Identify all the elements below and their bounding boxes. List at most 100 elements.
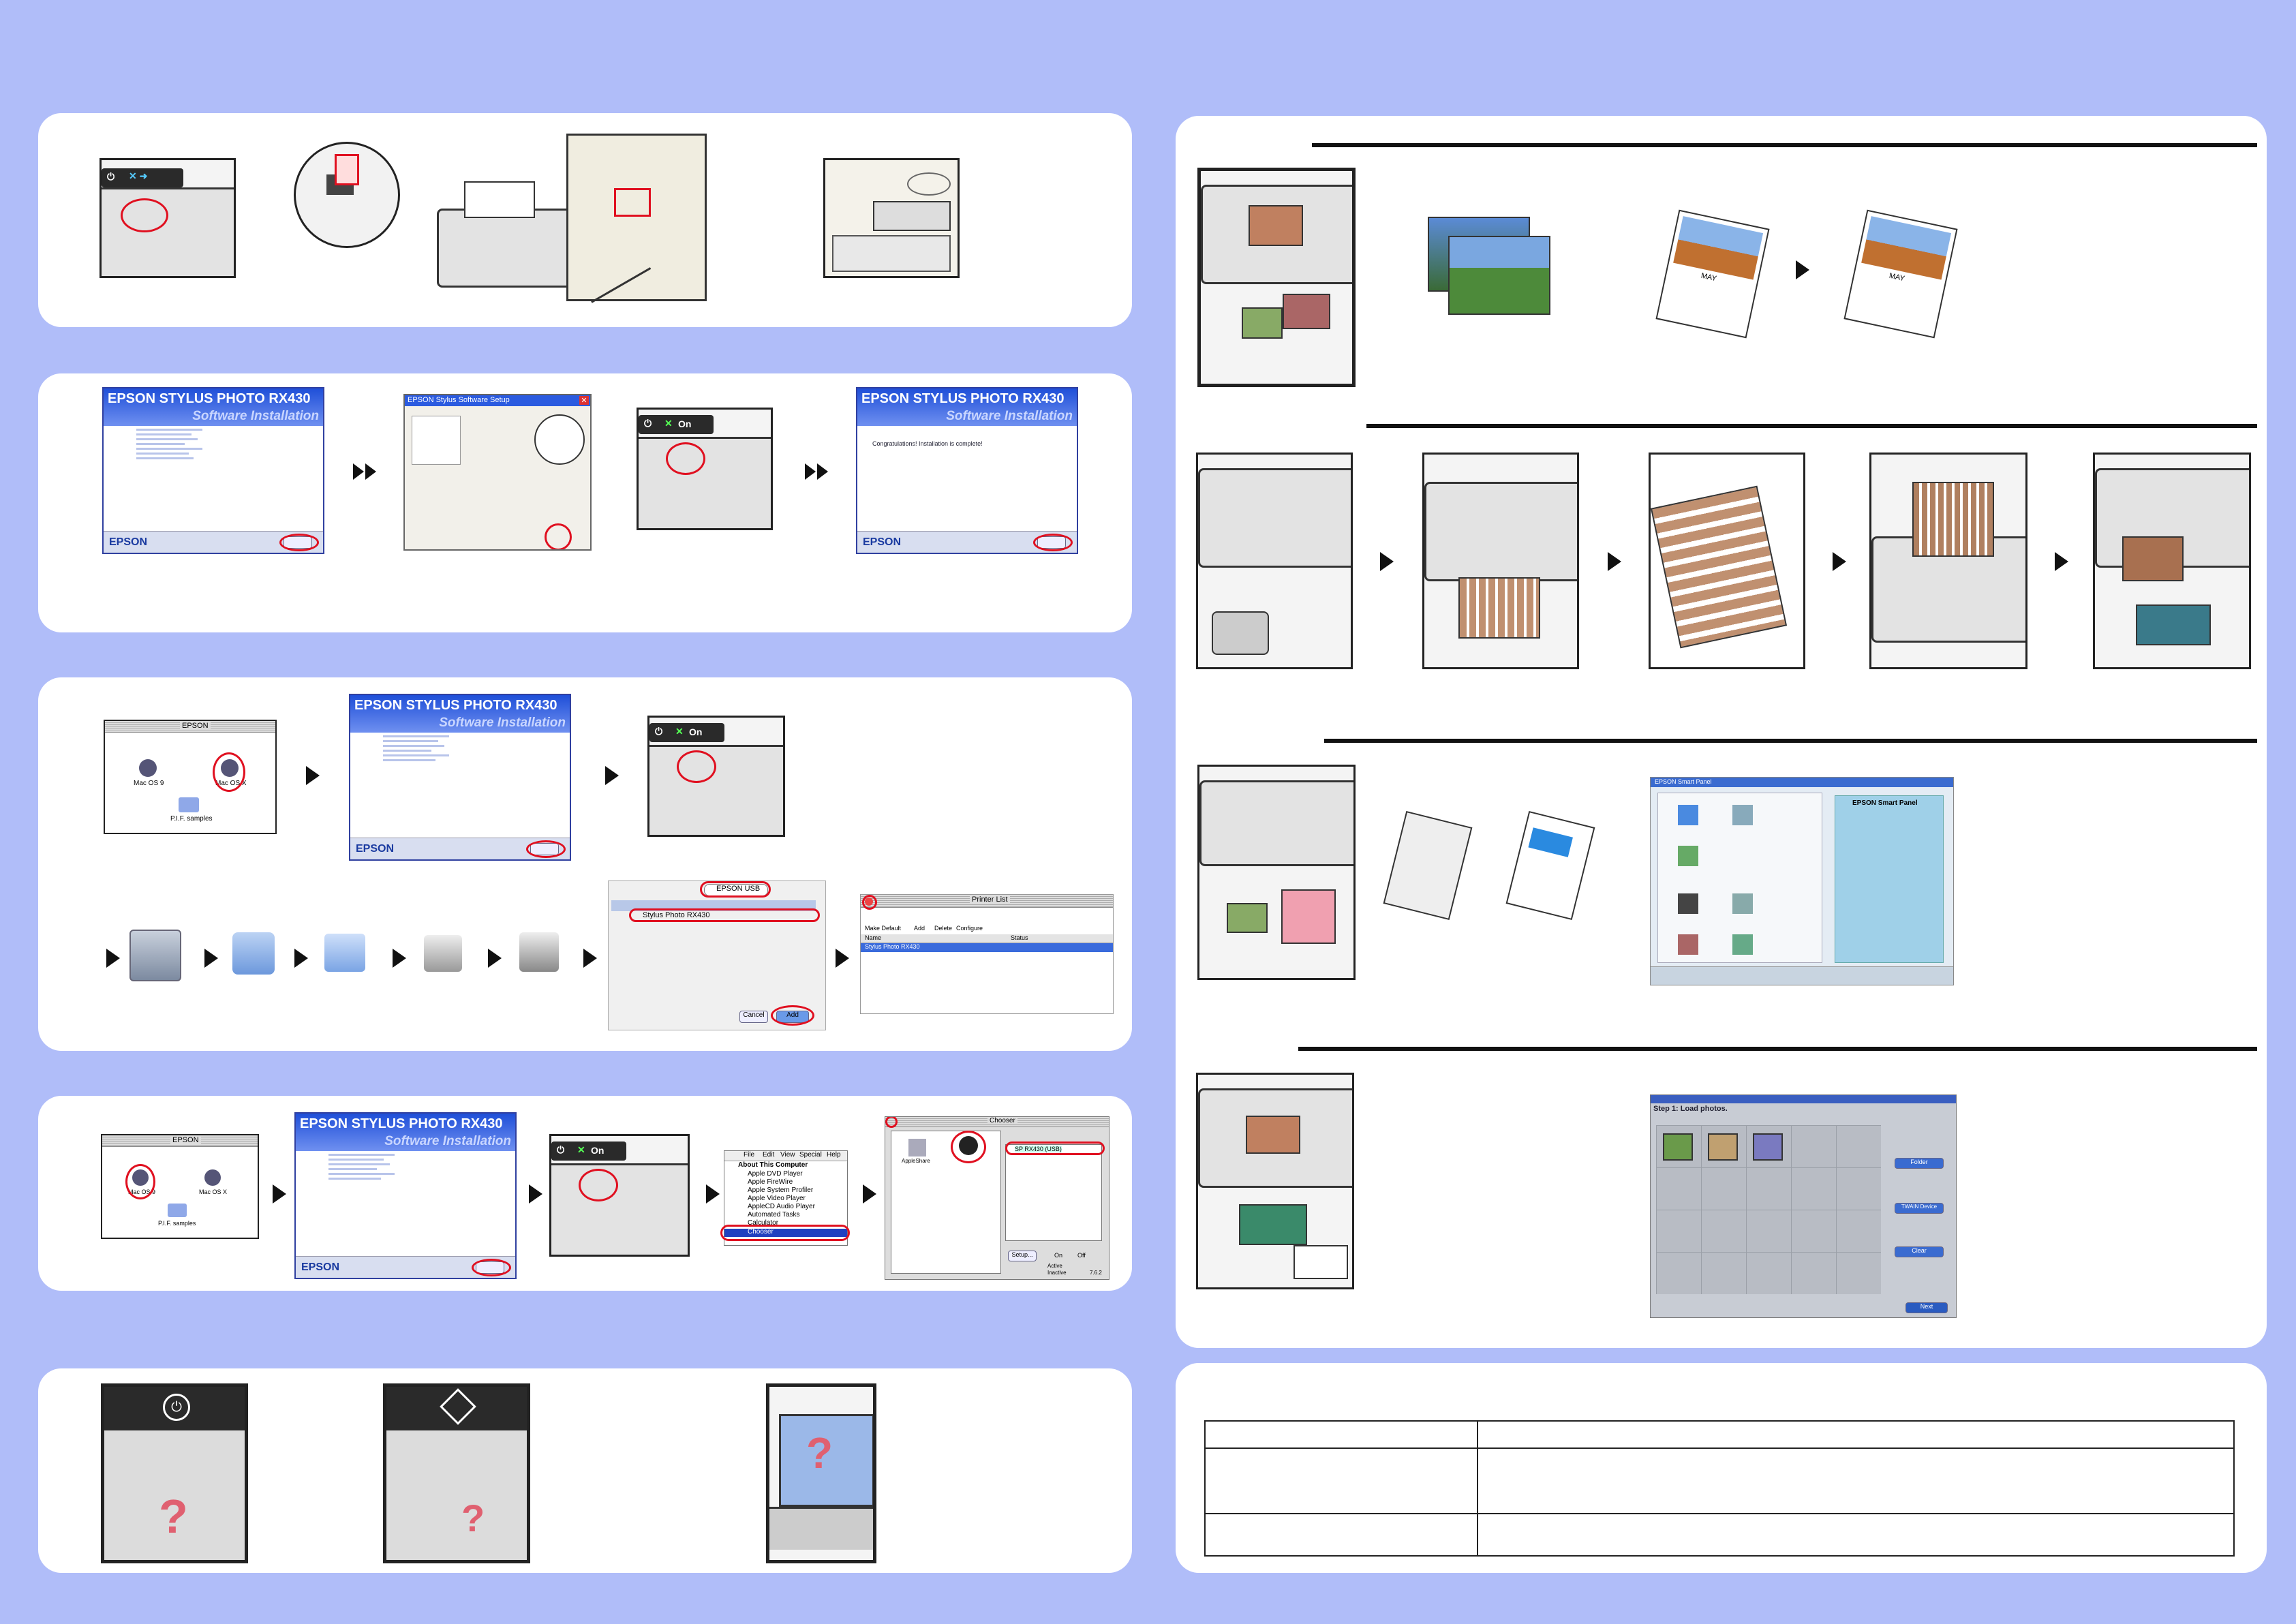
question-icon: ? [461, 1497, 485, 1539]
arrow-icon [204, 949, 218, 968]
setup-dialog: EPSON Stylus Software Setup ✕ [403, 394, 592, 551]
folder-icon[interactable] [168, 1204, 187, 1217]
mac-finder-window: EPSON Mac OS 9 Mac OS X P.I.F. samples [101, 1134, 259, 1239]
folder-icon[interactable] [179, 797, 199, 812]
printer-list-title: Printer List [970, 895, 1010, 904]
installer-model: PHOTO RX430 [217, 391, 311, 406]
installer-window: EPSON STYLUS PHOTO RX430 Software Instal… [294, 1112, 517, 1279]
smart-panel-title: EPSON Smart Panel [1655, 778, 1712, 785]
apple-menu: File Edit View Special Help About This C… [720, 1150, 850, 1246]
printer-on-illustration: ⏻ ✕ On [549, 1134, 690, 1257]
arrow-icon [2055, 552, 2068, 571]
appleshare-icon[interactable] [908, 1139, 926, 1156]
add-printer-button[interactable]: Add [914, 925, 925, 932]
setup-button[interactable]: Setup... [1008, 1251, 1037, 1261]
copy-icon[interactable] [1732, 805, 1753, 825]
arrow-icon [488, 949, 502, 968]
photo-print-illustration [1196, 1073, 1354, 1289]
dog-photo [1383, 810, 1473, 921]
installer-window: EPSON STYLUS PHOTO RX430 Software Instal… [349, 694, 571, 861]
info-table [1204, 1420, 2235, 1557]
folder-button[interactable]: Folder [1895, 1158, 1944, 1169]
installer-brand: EPSON STYLUS [108, 391, 213, 406]
menu-item[interactable]: Apple System Profiler [748, 1186, 813, 1194]
hard-disk-icon[interactable] [129, 930, 181, 981]
configure-button[interactable]: Configure [956, 925, 983, 932]
cancel-button[interactable]: Cancel [739, 1011, 768, 1023]
arrow-icon [273, 1184, 286, 1204]
question-icon: ? [159, 1490, 188, 1543]
next-button[interactable]: Next [1905, 1302, 1948, 1313]
calendar-result: MAY [1843, 209, 1958, 339]
menu-item[interactable]: Apple Video Player [748, 1195, 806, 1202]
mail-icon[interactable] [1678, 934, 1698, 955]
mac-osx-icon[interactable] [204, 1169, 221, 1186]
add-printer-icon[interactable] [519, 932, 559, 972]
cd-insert-illustration [823, 158, 960, 278]
document-page [1505, 810, 1595, 921]
memory-card-illustration [1196, 453, 1353, 669]
mac-finder-window: EPSON Mac OS 9 Mac OS X P.I.F. samples [104, 720, 277, 834]
arrow-icon [805, 463, 828, 480]
utilities-folder-icon[interactable] [324, 934, 365, 972]
features-panel: MAY MAY EPSON Smart Panel EPSON Smart Pa… [1176, 116, 2267, 1348]
thumbnail[interactable] [1663, 1133, 1693, 1161]
proof-sheet-mark-illustration [1649, 453, 1805, 669]
arrow-icon [529, 1184, 542, 1204]
proof-sheet-scan-illustration [1869, 453, 2027, 669]
application-icon[interactable] [1732, 893, 1753, 914]
printer-power-illustration: ⏻ ✕ ➜ [100, 158, 236, 278]
finder-title: EPSON [180, 722, 211, 730]
scan-icon[interactable] [1678, 805, 1698, 825]
print-center-icon[interactable] [424, 935, 462, 972]
menu-item[interactable]: About This Computer [738, 1161, 808, 1169]
printer-on-illustration: ⏻ ✕ On [637, 408, 773, 530]
delete-printer-button[interactable]: Delete [934, 925, 952, 932]
thumbnail[interactable] [1708, 1133, 1738, 1161]
installer-window: EPSON STYLUS PHOTO RX430 Software Instal… [102, 387, 324, 554]
arrow-icon [605, 766, 619, 785]
arrow-icon [306, 766, 320, 785]
usb-connection-illustration [294, 127, 744, 311]
chooser-window: Chooser AppleShare SP RX430 (USB) Setup.… [885, 1116, 1109, 1280]
arrow-icon: ✕ ➜ [129, 170, 148, 181]
step-panel-3: EPSON Mac OS 9 Mac OS X P.I.F. samples E… [38, 677, 1132, 1051]
photo-site-icon[interactable] [1732, 934, 1753, 955]
complete-text: Congratulations! Installation is complet… [872, 440, 983, 447]
calendar-photo: MAY [1655, 209, 1770, 339]
applications-folder-icon[interactable] [232, 932, 275, 975]
close-icon[interactable]: ✕ [579, 396, 589, 405]
smart-panel-heading: EPSON Smart Panel [1852, 799, 1918, 807]
arrow-icon [353, 463, 376, 480]
arrow-icon [1380, 552, 1394, 571]
power-bar: ⏻ ✕ ➜ [102, 168, 183, 187]
close-icon[interactable] [865, 898, 873, 906]
computer-help-illustration: ? [766, 1383, 876, 1563]
make-default-button[interactable]: Make Default [865, 925, 901, 932]
menu-item[interactable]: Apple DVD Player [748, 1170, 803, 1178]
photo-output-illustration [2093, 453, 2251, 669]
menu-item[interactable]: Automated Tasks [748, 1211, 800, 1219]
step-panel-4: EPSON Mac OS 9 Mac OS X P.I.F. samples E… [38, 1096, 1132, 1291]
power-icon: ⏻ [644, 418, 652, 429]
menu-item[interactable]: Apple FireWire [748, 1178, 793, 1186]
step-panel-5: ⏻ ? ? ? [38, 1368, 1132, 1573]
printer-list-window: Printer List Make Default Add Delete Con… [860, 894, 1114, 1014]
menu-item[interactable]: AppleCD Audio Player [748, 1203, 815, 1210]
print-icon[interactable] [1678, 893, 1698, 914]
question-icon: ? [806, 1428, 833, 1477]
thumbnail[interactable] [1753, 1133, 1783, 1161]
scan-to-pdf-icon[interactable] [1678, 846, 1698, 866]
arrow-icon [393, 949, 406, 968]
installer-subtitle: Software Installation [192, 409, 319, 424]
printer-add-dialog: EPSON USB Stylus Photo RX430 Cancel Add [608, 880, 826, 1030]
twain-device-button[interactable]: TWAIN Device [1895, 1203, 1944, 1214]
mac-os9-icon[interactable] [139, 759, 157, 777]
arrow-icon [1796, 260, 1809, 279]
setup-dialog-title: EPSON Stylus Software Setup [408, 396, 510, 404]
arrow-icon [706, 1184, 720, 1204]
calendar-month: MAY [1700, 271, 1717, 284]
power-icon: ⏻ [107, 171, 115, 182]
clear-button[interactable]: Clear [1895, 1246, 1944, 1257]
installer-logo: EPSON [109, 536, 148, 548]
